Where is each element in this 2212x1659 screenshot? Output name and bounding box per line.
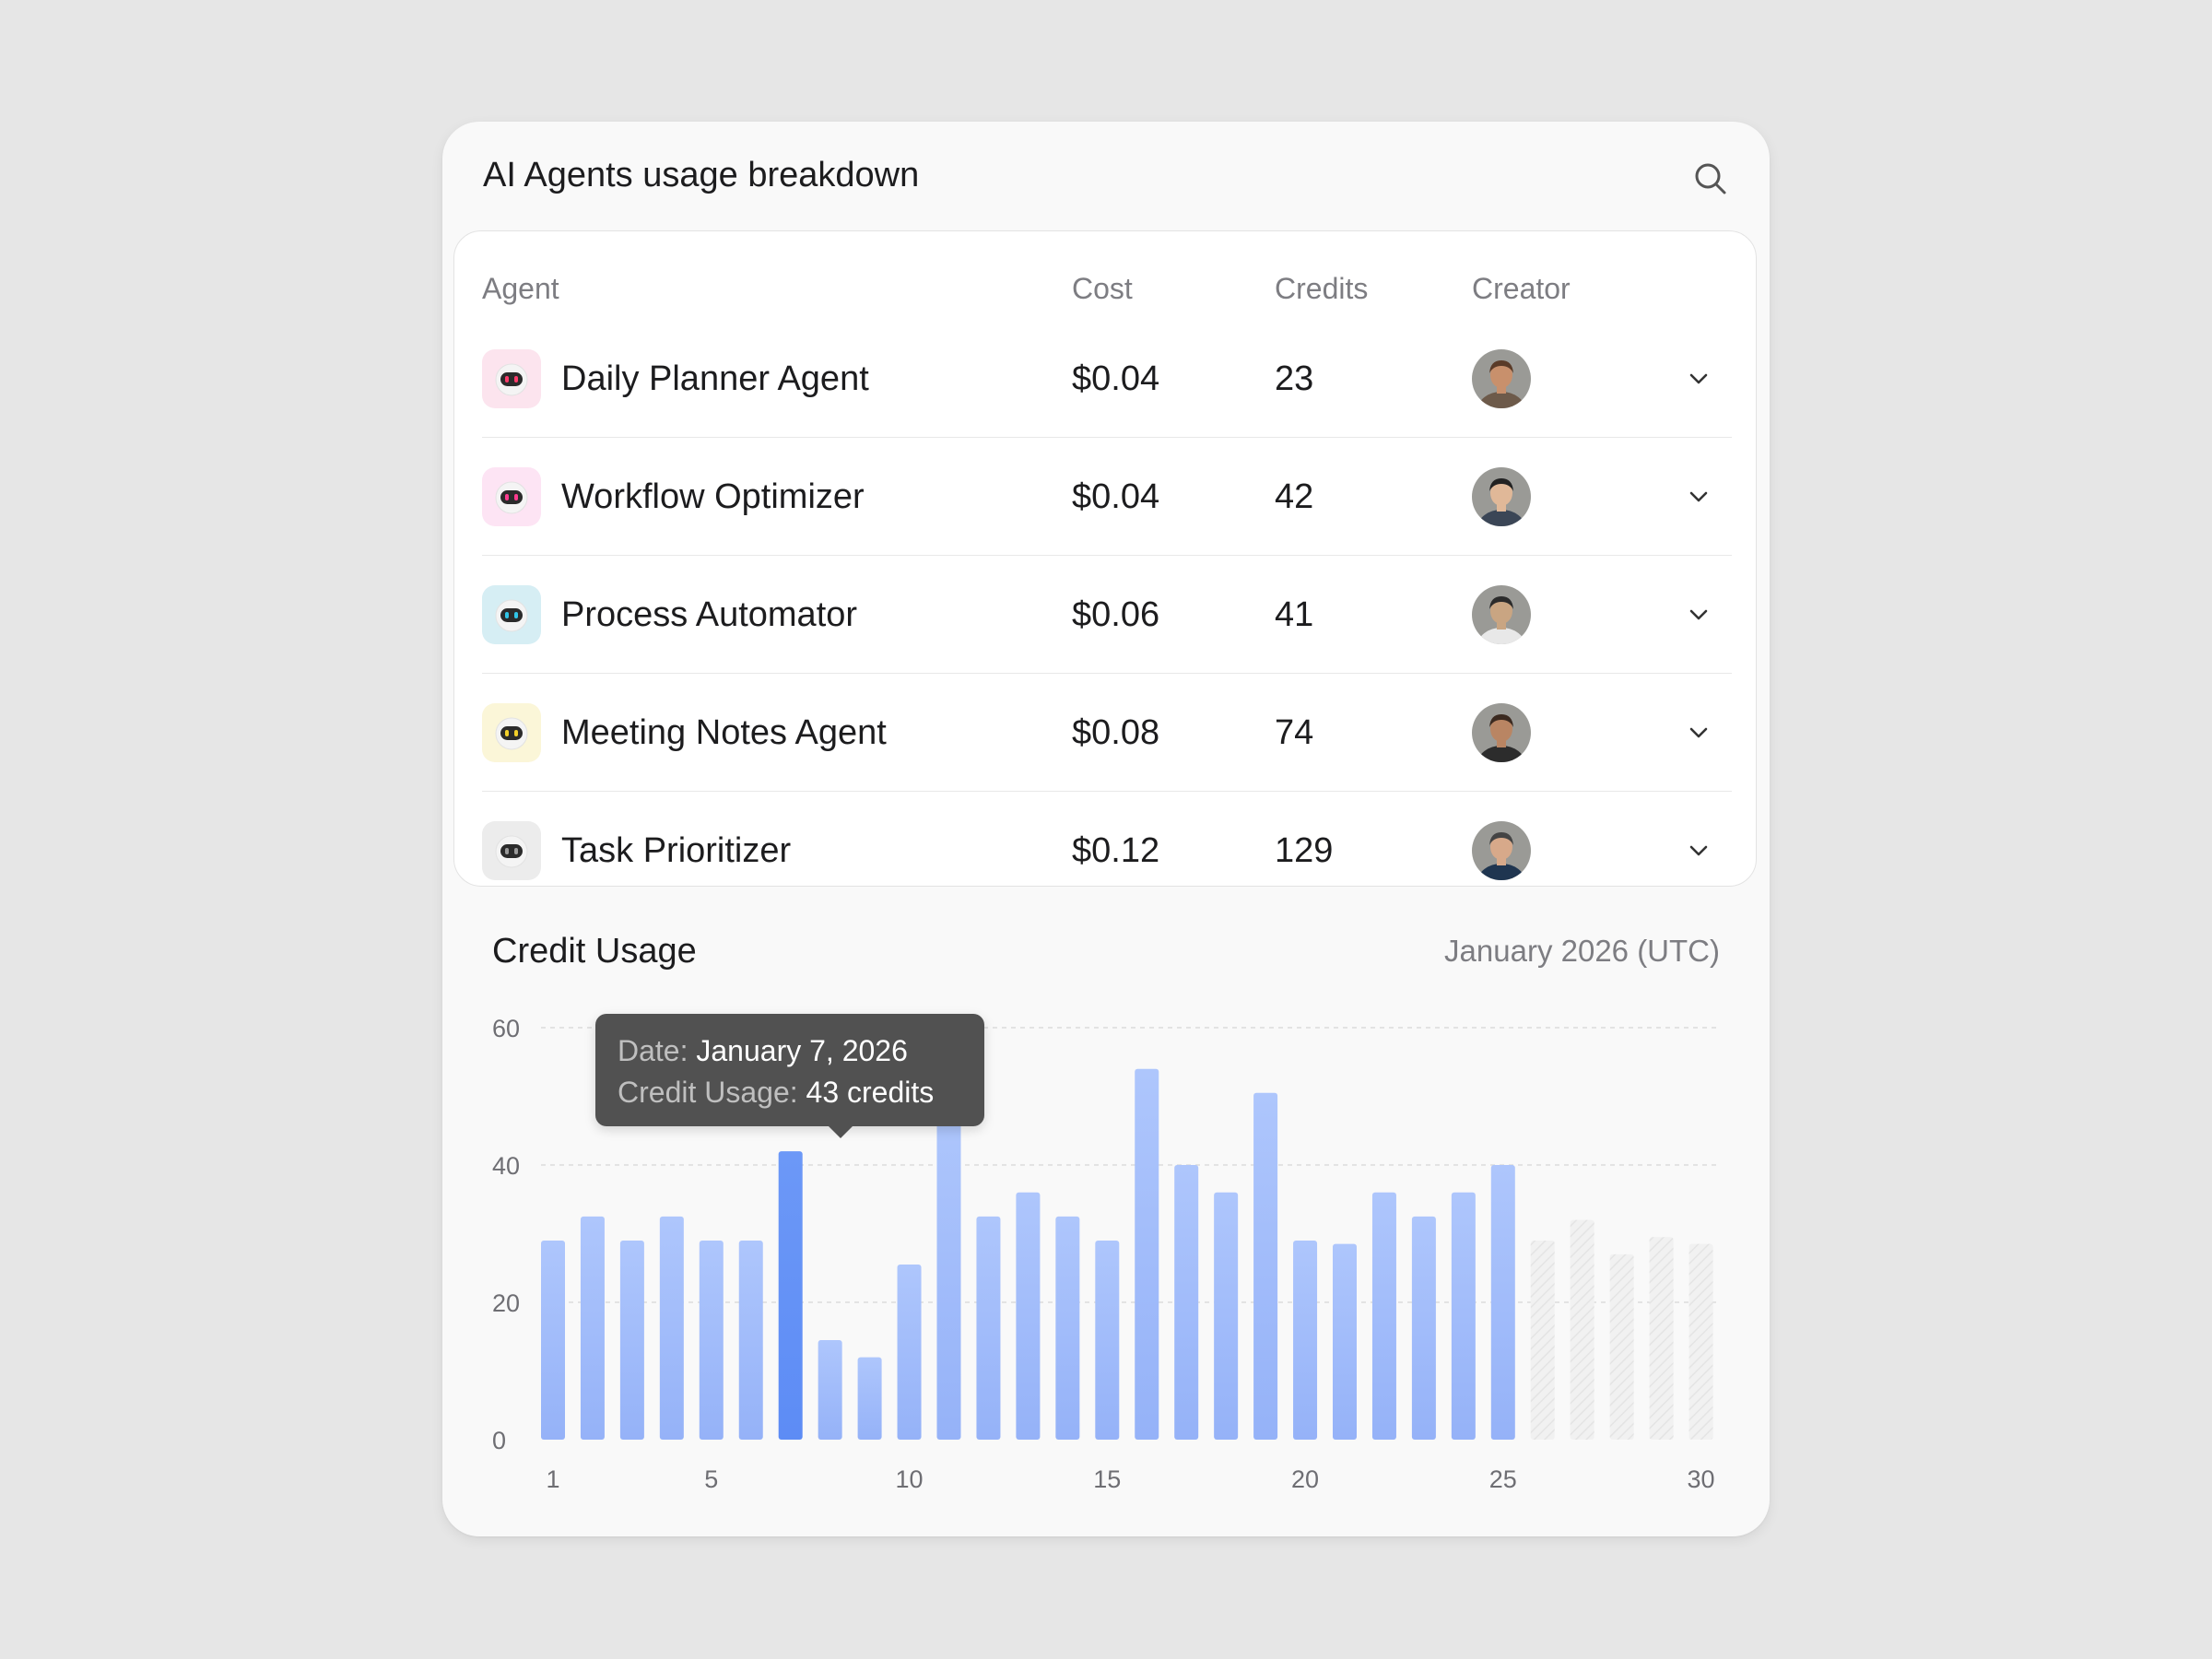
bar[interactable] (818, 1339, 842, 1440)
bar[interactable] (1293, 1240, 1318, 1440)
tooltip-date-value: January 7, 2026 (696, 1034, 908, 1067)
forecast-bar[interactable] (1688, 1243, 1713, 1440)
bar[interactable] (936, 1110, 961, 1440)
bar[interactable] (541, 1240, 565, 1440)
bar[interactable] (659, 1216, 684, 1440)
bar[interactable] (1371, 1192, 1396, 1440)
y-tick-label: 60 (492, 1015, 520, 1042)
bar[interactable] (1174, 1165, 1199, 1440)
bar[interactable] (897, 1265, 922, 1440)
bar[interactable] (1490, 1165, 1515, 1440)
bar[interactable] (1055, 1216, 1080, 1440)
tooltip-usage-label: Credit Usage: (618, 1076, 798, 1109)
tooltip-date-label: Date: (618, 1034, 688, 1067)
bar[interactable] (1253, 1092, 1278, 1440)
x-tick-label: 25 (1489, 1465, 1517, 1493)
x-tick-label: 10 (896, 1465, 924, 1493)
y-tick-label: 20 (492, 1289, 520, 1317)
bar[interactable] (857, 1357, 882, 1440)
x-tick-label: 15 (1093, 1465, 1121, 1493)
tooltip-usage-value: 43 credits (806, 1076, 935, 1109)
bar[interactable] (976, 1216, 1001, 1440)
forecast-bar[interactable] (1530, 1240, 1555, 1440)
bar[interactable] (1135, 1068, 1159, 1440)
bar[interactable] (1411, 1216, 1436, 1440)
usage-card: AI Agents usage breakdown Agent Cost Cre… (442, 122, 1770, 1536)
bar[interactable] (1095, 1240, 1120, 1440)
bar[interactable] (1016, 1192, 1041, 1440)
bar[interactable] (699, 1240, 724, 1440)
credit-usage-chart: 02040601 5 10 15 20 25 30 (492, 1015, 1718, 1493)
bar[interactable] (1214, 1192, 1239, 1440)
bar[interactable] (580, 1216, 605, 1440)
bar[interactable] (619, 1240, 644, 1440)
x-tick-label: 5 (704, 1465, 718, 1493)
forecast-bar[interactable] (1609, 1253, 1634, 1440)
x-tick-label: 30 (1688, 1465, 1715, 1493)
y-tick-label: 40 (492, 1152, 520, 1180)
bar-highlighted[interactable] (778, 1151, 803, 1440)
tooltip-arrow (828, 1125, 853, 1138)
x-tick-label: 1 (546, 1465, 559, 1493)
forecast-bar[interactable] (1570, 1219, 1594, 1440)
bar[interactable] (1451, 1192, 1476, 1440)
x-tick-label: 20 (1291, 1465, 1319, 1493)
forecast-bar[interactable] (1649, 1237, 1674, 1440)
y-tick-label: 0 (492, 1427, 506, 1454)
bar-tooltip: Date: January 7, 2026 Credit Usage: 43 c… (595, 1014, 984, 1126)
bar[interactable] (1333, 1243, 1357, 1440)
bar[interactable] (738, 1240, 763, 1440)
